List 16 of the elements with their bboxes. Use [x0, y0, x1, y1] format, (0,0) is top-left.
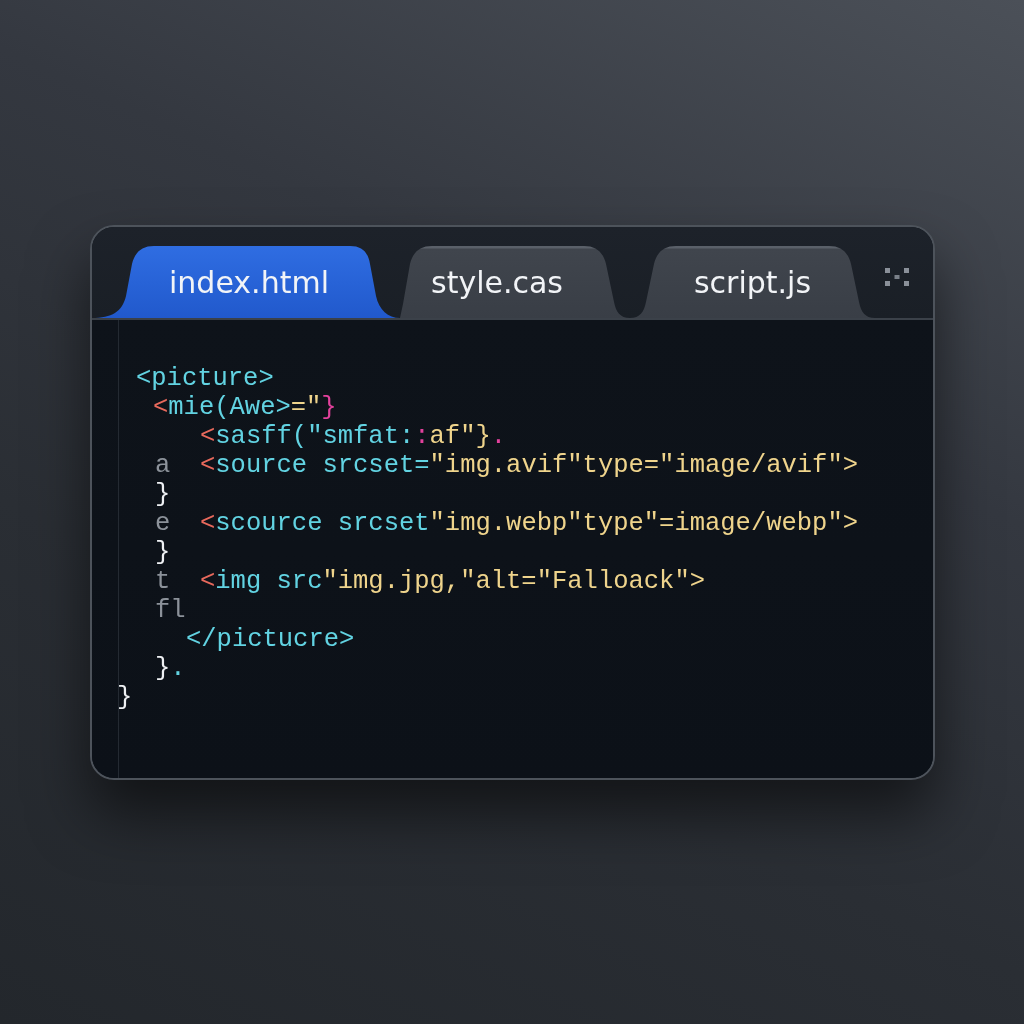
code-line: <img src"img.jpg,"alt="Falloack">	[200, 567, 705, 596]
code-line: }	[117, 683, 133, 712]
code-line: <picture>	[136, 364, 274, 393]
dots-icon[interactable]	[883, 266, 911, 288]
code-line: }.	[155, 654, 186, 683]
gutter-text: a	[155, 451, 171, 480]
code-line: </pictucre>	[186, 625, 355, 654]
code-line: }	[155, 538, 171, 567]
gutter-text: t	[155, 567, 171, 596]
code-line: <sasff("smfat::af"}.	[200, 422, 507, 451]
code-line: <scource srcset"img.webp"type"=image/webp">	[200, 509, 859, 538]
code-line: <source srcset="img.avif"type="image/avif">	[200, 451, 859, 480]
code-line: }	[155, 480, 171, 509]
code-line: <mie(Awe>="}	[153, 393, 337, 422]
gutter-text: fl	[155, 596, 186, 625]
gutter-text: e	[155, 509, 171, 538]
